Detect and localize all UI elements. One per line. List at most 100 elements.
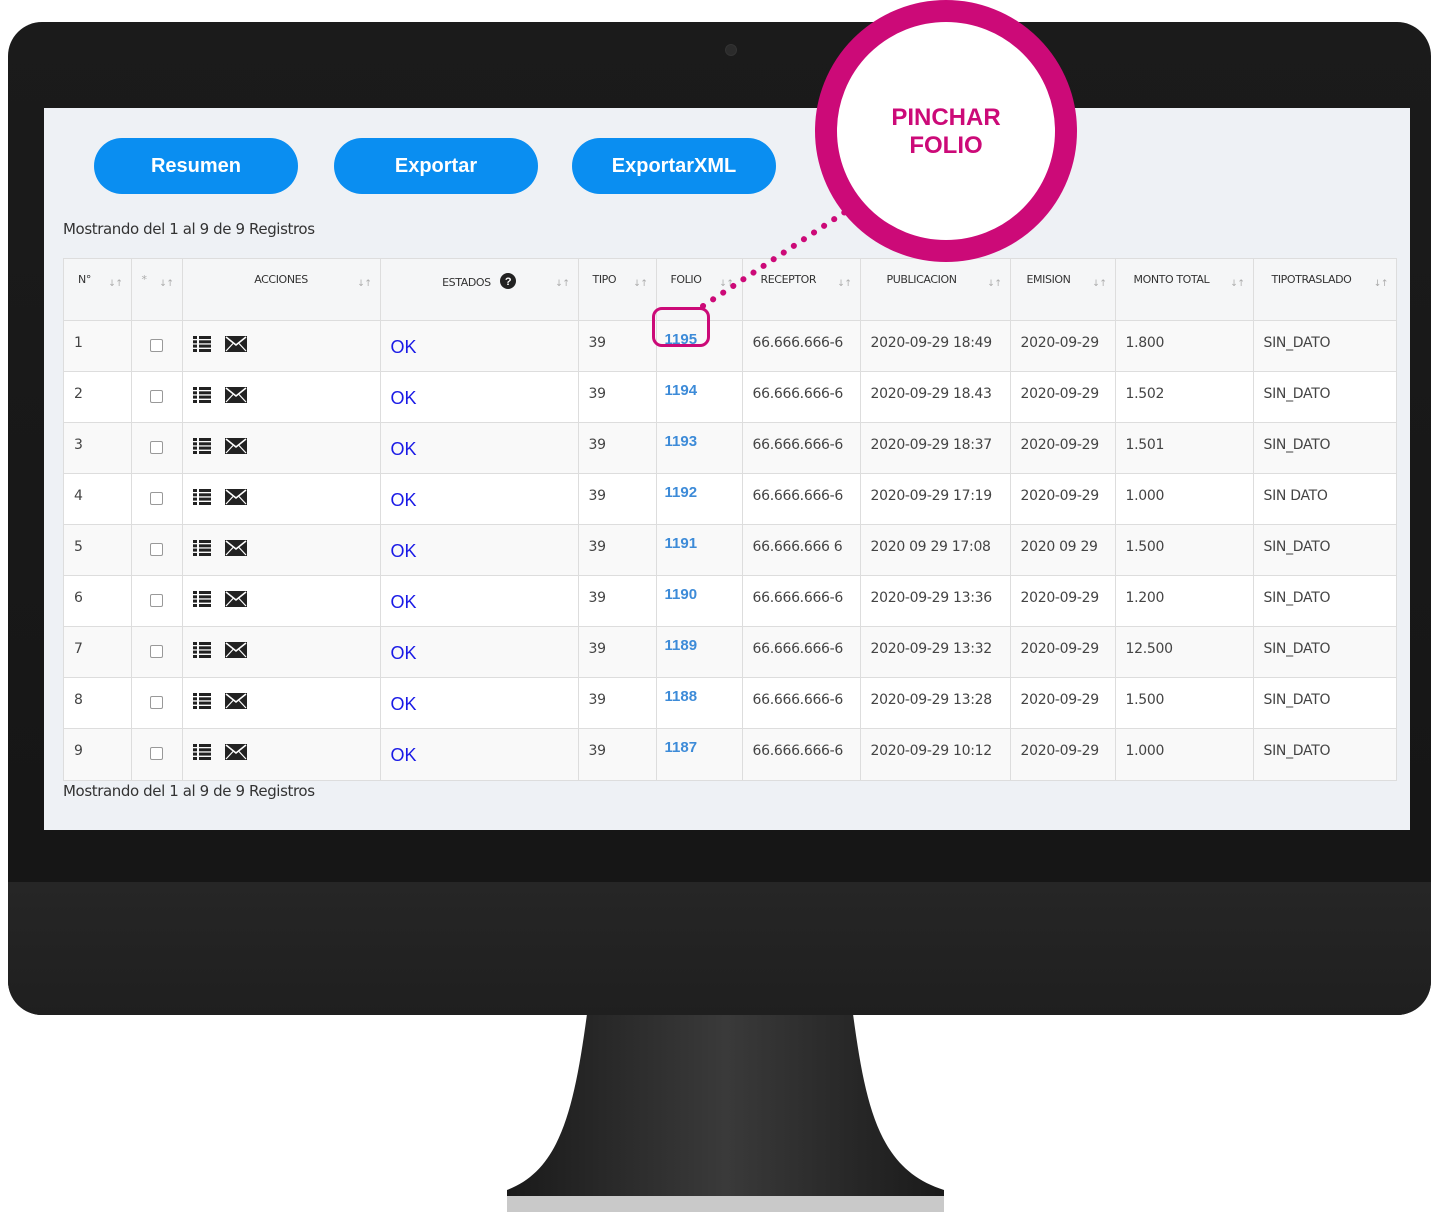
mail-icon[interactable]	[224, 591, 247, 611]
exportar-button[interactable]: Exportar	[334, 138, 538, 194]
row-checkbox[interactable]	[149, 594, 163, 607]
cell-estado: OK	[380, 422, 579, 474]
mail-icon[interactable]	[224, 693, 247, 713]
folio-link[interactable]: 1188	[665, 688, 698, 705]
list-icon[interactable]	[192, 336, 211, 356]
header-tipo[interactable]: TIPO ↓↑	[578, 259, 657, 321]
cell-tipo: 39	[578, 422, 657, 474]
row-checkbox[interactable]	[149, 441, 163, 454]
sort-icon[interactable]: ↓↑	[357, 279, 372, 289]
row-checkbox[interactable]	[149, 696, 163, 709]
cell-acciones	[182, 575, 381, 627]
cell-select	[131, 422, 183, 474]
camera-icon	[725, 44, 737, 56]
header-receptor[interactable]: RECEPTOR ↓↑	[742, 259, 861, 321]
header-select[interactable]: * ↓↑	[131, 259, 183, 321]
list-icon[interactable]	[192, 540, 211, 560]
folio-link[interactable]: 1193	[665, 433, 698, 450]
mail-icon[interactable]	[224, 489, 247, 509]
row-checkbox[interactable]	[149, 543, 163, 556]
header-emision[interactable]: EMISION ↓↑	[1010, 259, 1116, 321]
screen: Resumen Exportar ExportarXML Mostrando d…	[44, 108, 1410, 830]
cell-publicacion: 2020-09-29 17:19	[860, 473, 1011, 525]
row-checkbox[interactable]	[149, 390, 163, 403]
sort-icon[interactable]: ↓↑	[1092, 279, 1107, 289]
cell-tipotraslado: SIN_DATO	[1253, 524, 1396, 576]
sort-icon[interactable]: ↓↑	[555, 279, 570, 289]
row-checkbox[interactable]	[149, 645, 163, 658]
cell-tipo: 39	[578, 626, 657, 678]
question-circle-icon[interactable]: ?	[499, 273, 516, 289]
cell-folio: 1194	[656, 371, 743, 423]
mail-icon[interactable]	[224, 642, 247, 662]
cell-n: 5	[64, 524, 132, 576]
folio-link[interactable]: 1191	[665, 535, 698, 552]
list-icon[interactable]	[192, 387, 211, 407]
sort-icon[interactable]: ↓↑	[719, 279, 734, 289]
header-label: ACCIONES	[254, 273, 308, 286]
sort-icon[interactable]: ↓↑	[633, 279, 648, 289]
cell-select	[131, 575, 183, 627]
cell-tipo: 39	[578, 320, 657, 372]
cell-estado: OK	[380, 524, 579, 576]
cell-receptor: 66.666.666-6	[742, 473, 861, 525]
header-tipotraslado[interactable]: TIPOTRASLADO ↓↑	[1253, 259, 1396, 321]
header-n[interactable]: N° ↓↑	[64, 259, 132, 321]
sort-icon[interactable]: ↓↑	[159, 279, 174, 289]
list-icon[interactable]	[192, 744, 211, 764]
mail-icon[interactable]	[224, 540, 247, 560]
header-monto-total[interactable]: MONTO TOTAL ↓↑	[1115, 259, 1254, 321]
cell-publicacion: 2020-09-29 13:36	[860, 575, 1011, 627]
resumen-button[interactable]: Resumen	[94, 138, 298, 194]
sort-icon[interactable]: ↓↑	[987, 279, 1002, 289]
cell-tipo: 39	[578, 575, 657, 627]
sort-icon[interactable]: ↓↑	[1374, 279, 1389, 289]
header-publicacion[interactable]: PUBLICACION ↓↑	[860, 259, 1011, 321]
header-acciones[interactable]: ACCIONES ↓↑	[182, 259, 381, 321]
sort-icon[interactable]: ↓↑	[108, 279, 123, 289]
list-icon[interactable]	[192, 591, 211, 611]
table-row: 6 OK 39 1190 66.666.666-6 2020-09-29 13:36 20…	[64, 575, 1396, 627]
mail-icon[interactable]	[224, 438, 247, 458]
cell-emision: 2020-09-29	[1010, 677, 1116, 729]
folio-highlight-box	[652, 307, 710, 347]
cell-estado: OK	[380, 626, 579, 678]
cell-acciones	[182, 626, 381, 678]
table-row: 7 OK 39 1189 66.666.666-6 2020-09-29 13:32 20…	[64, 626, 1396, 678]
header-label: *	[141, 273, 148, 286]
folio-link[interactable]: 1187	[665, 739, 698, 756]
header-label: ESTADOS	[442, 276, 491, 289]
mail-icon[interactable]	[224, 387, 247, 407]
cell-folio: 1191	[656, 524, 743, 576]
folio-link[interactable]: 1189	[665, 637, 698, 654]
cell-publicacion: 2020-09-29 18:37	[860, 422, 1011, 474]
table-row: 4 OK 39 1192 66.666.666-6 2020-09-29 17:19 20…	[64, 473, 1396, 525]
mail-icon[interactable]	[224, 336, 247, 356]
sort-icon[interactable]: ↓↑	[1230, 279, 1245, 289]
mail-icon[interactable]	[224, 744, 247, 764]
callout-line-2: FOLIO	[909, 132, 983, 159]
cell-n: 4	[64, 473, 132, 525]
sort-icon[interactable]: ↓↑	[837, 279, 852, 289]
exportarxml-button[interactable]: ExportarXML	[572, 138, 776, 194]
header-label: MONTO TOTAL	[1133, 273, 1210, 286]
cell-emision: 2020-09-29	[1010, 473, 1116, 525]
row-checkbox[interactable]	[149, 747, 163, 760]
table-header-row: N° ↓↑ * ↓↑ ACCIONES ↓↑ ESTADOS ? ↓↑ TIPO ↓↑ …	[64, 259, 1396, 321]
list-icon[interactable]	[192, 693, 211, 713]
row-checkbox[interactable]	[149, 492, 163, 505]
table-row: 9 OK 39 1187 66.666.666-6 2020-09-29 10:12 20…	[64, 728, 1396, 780]
cell-select	[131, 473, 183, 525]
list-icon[interactable]	[192, 438, 211, 458]
header-estados[interactable]: ESTADOS ? ↓↑	[380, 259, 579, 321]
folio-link[interactable]: 1194	[665, 382, 698, 399]
list-icon[interactable]	[192, 642, 211, 662]
cell-acciones	[182, 371, 381, 423]
cell-acciones	[182, 473, 381, 525]
folio-link[interactable]: 1192	[665, 484, 698, 501]
folio-link[interactable]: 1190	[665, 586, 698, 603]
row-checkbox[interactable]	[149, 339, 163, 352]
cell-monto-total: 1.500	[1115, 524, 1254, 576]
list-icon[interactable]	[192, 489, 211, 509]
header-label: FOLIO	[670, 273, 702, 286]
